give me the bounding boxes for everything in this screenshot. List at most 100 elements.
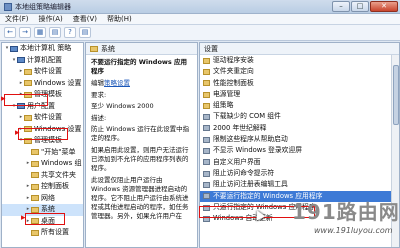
computer-icon <box>17 57 25 64</box>
pane-header-label: 系统 <box>101 44 115 53</box>
tree-node-label: 软件设置 <box>34 67 62 75</box>
folder-icon <box>203 102 210 109</box>
settings-item-label: 限制这些程序从帮助启动 <box>213 135 288 144</box>
tree-node-label: 本地计算机 策略 <box>20 44 72 52</box>
back-button[interactable]: ← <box>4 27 16 38</box>
policy-icon <box>203 193 210 200</box>
watermark-text: 191路由网 <box>292 196 400 225</box>
arrow-user-config: ▸ <box>1 94 6 104</box>
folder-icon <box>31 195 39 202</box>
minimize-button[interactable]: – <box>332 1 350 12</box>
settings-list-item[interactable]: 文件夹重定向 <box>200 66 399 77</box>
tree-node-label: Windows 设置 <box>34 78 82 87</box>
description-label: 描述: <box>91 114 107 122</box>
policy-icon <box>203 170 210 177</box>
settings-item-label: 驱动程序安装 <box>213 56 254 64</box>
tree-node[interactable]: ▸ 控制面板 <box>2 181 83 193</box>
folder-icon <box>203 57 210 64</box>
settings-list-item[interactable]: 驱动程序安装 <box>200 55 399 66</box>
tree-node-label: 计算机配置 <box>27 55 62 64</box>
watermark-url: www.191luyou.com <box>314 226 393 235</box>
menu-help[interactable]: 帮助(H) <box>107 14 132 24</box>
tree-node[interactable]: ▸ Windows 设置 <box>2 78 83 90</box>
tree-node[interactable]: ▾ 计算机配置 <box>2 55 83 67</box>
maximize-button[interactable]: □ <box>351 1 369 12</box>
policy-icon <box>203 125 210 132</box>
menu-view[interactable]: 查看(V) <box>73 14 97 24</box>
pane-header: 系统 <box>86 43 197 55</box>
settings-item-label: 阻止访问命令提示符 <box>213 168 275 177</box>
tree-node-label: 控制面板 <box>41 182 69 190</box>
settings-list-item[interactable]: 自定义用户界面 <box>200 157 399 168</box>
toolbar: ← → ▦ ▤ ? ▤ <box>0 25 400 41</box>
folder-icon <box>203 68 210 75</box>
edit-prefix: 编辑 <box>91 79 104 87</box>
tree-node[interactable]: ▸ Windows 组 <box>2 158 83 170</box>
folder-icon <box>31 172 39 179</box>
folder-icon <box>24 80 32 87</box>
policy-icon <box>203 159 210 166</box>
settings-list-item[interactable]: 阻止访问注册表编辑工具 <box>200 179 399 190</box>
tree-node-label: 所有设置 <box>41 228 69 236</box>
watermark-prefix: 191 <box>292 200 337 224</box>
settings-list-item[interactable]: 组策略 <box>200 100 399 111</box>
folder-icon <box>24 68 32 75</box>
settings-item-label: 电源管理 <box>213 89 241 98</box>
settings-item-label: 性能控制面板 <box>213 78 254 87</box>
settings-item-label: 组策略 <box>213 101 234 110</box>
settings-list-item[interactable]: 性能控制面板 <box>200 78 399 89</box>
settings-column-header[interactable]: 设置 <box>200 43 399 55</box>
folder-icon <box>31 229 39 236</box>
menu-file[interactable]: 文件(F) <box>5 14 29 24</box>
menu-action[interactable]: 操作(A) <box>39 14 63 24</box>
folder-icon <box>31 149 39 156</box>
settings-list-item[interactable]: 阻止访问命令提示符 <box>200 168 399 179</box>
show-tree-button[interactable]: ▦ <box>34 27 46 38</box>
settings-item-label: 自定义用户界面 <box>213 157 261 166</box>
forward-button[interactable]: → <box>19 27 31 38</box>
scrollbar-thumb[interactable] <box>393 65 399 125</box>
settings-item-label: 不显示 Windows 登录欢迎屏 <box>213 146 303 155</box>
highlight-admin-templates <box>18 128 68 140</box>
description-paragraph-1: 如果启用此设置，则用户无法运行已添加到不允许的应用程序列表的程序。 <box>91 146 189 172</box>
tree-node[interactable]: "开始"菜单 <box>2 147 83 159</box>
settings-list-item[interactable]: 2000 年世纪解释 <box>200 123 399 134</box>
settings-item-label: 文件夹重定向 <box>213 67 254 76</box>
tree-node-label: Windows 组 <box>41 159 82 167</box>
folder-icon <box>31 206 39 213</box>
policy-icon <box>203 136 210 143</box>
folder-icon <box>24 114 32 121</box>
tree-node[interactable]: ▸ 网络 <box>2 193 83 205</box>
folder-icon <box>203 80 210 87</box>
close-button[interactable]: ✕ <box>370 1 398 12</box>
edit-policy-link[interactable]: 策略设置 <box>104 79 130 87</box>
properties-button[interactable]: ▤ <box>49 27 61 38</box>
settings-list-item[interactable]: 限制这些程序从帮助启动 <box>200 134 399 145</box>
menu-bar: 文件(F) 操作(A) 查看(V) 帮助(H) <box>0 14 400 25</box>
watermark-brand: 路由网 <box>336 200 400 224</box>
requirements-value: 至少 Windows 2000 <box>91 102 154 110</box>
folder-icon <box>203 91 210 98</box>
computer-icon <box>10 45 18 52</box>
tree-node[interactable]: ▸ 软件设置 <box>2 66 83 78</box>
arrow-admin-templates: ▸ <box>15 128 20 138</box>
policy-icon <box>203 181 210 188</box>
requirements-label: 要求: <box>91 91 107 99</box>
description-paragraph-2: 此设置仅阻止用户运行由 Windows 资源管理器进程启动的程序。它不阻止用户运… <box>91 176 189 220</box>
tree-node-label: 网络 <box>41 193 55 202</box>
settings-item-label: 2000 年世纪解释 <box>213 123 267 132</box>
folder-icon <box>31 183 39 190</box>
arrow-system: ▸ <box>21 213 26 223</box>
policy-icon <box>203 148 210 155</box>
settings-list-item[interactable]: 电源管理 <box>200 89 399 100</box>
help-button[interactable]: ? <box>64 27 76 38</box>
tree-node[interactable]: 所有设置 <box>2 227 83 239</box>
settings-list-item[interactable]: 不显示 Windows 登录欢迎屏 <box>200 145 399 156</box>
folder-icon <box>90 45 98 52</box>
title-bar: 本地组策略编辑器 – □ ✕ <box>0 0 400 14</box>
settings-list-item[interactable]: 下载缺少的 COM 组件 <box>200 111 399 122</box>
tree-node[interactable]: ▸ 软件设置 <box>2 112 83 124</box>
tree-node[interactable]: 共享文件夹 <box>2 170 83 182</box>
tree-node[interactable]: ▾ 本地计算机 策略 <box>2 43 83 55</box>
filter-button[interactable]: ▤ <box>79 27 91 38</box>
